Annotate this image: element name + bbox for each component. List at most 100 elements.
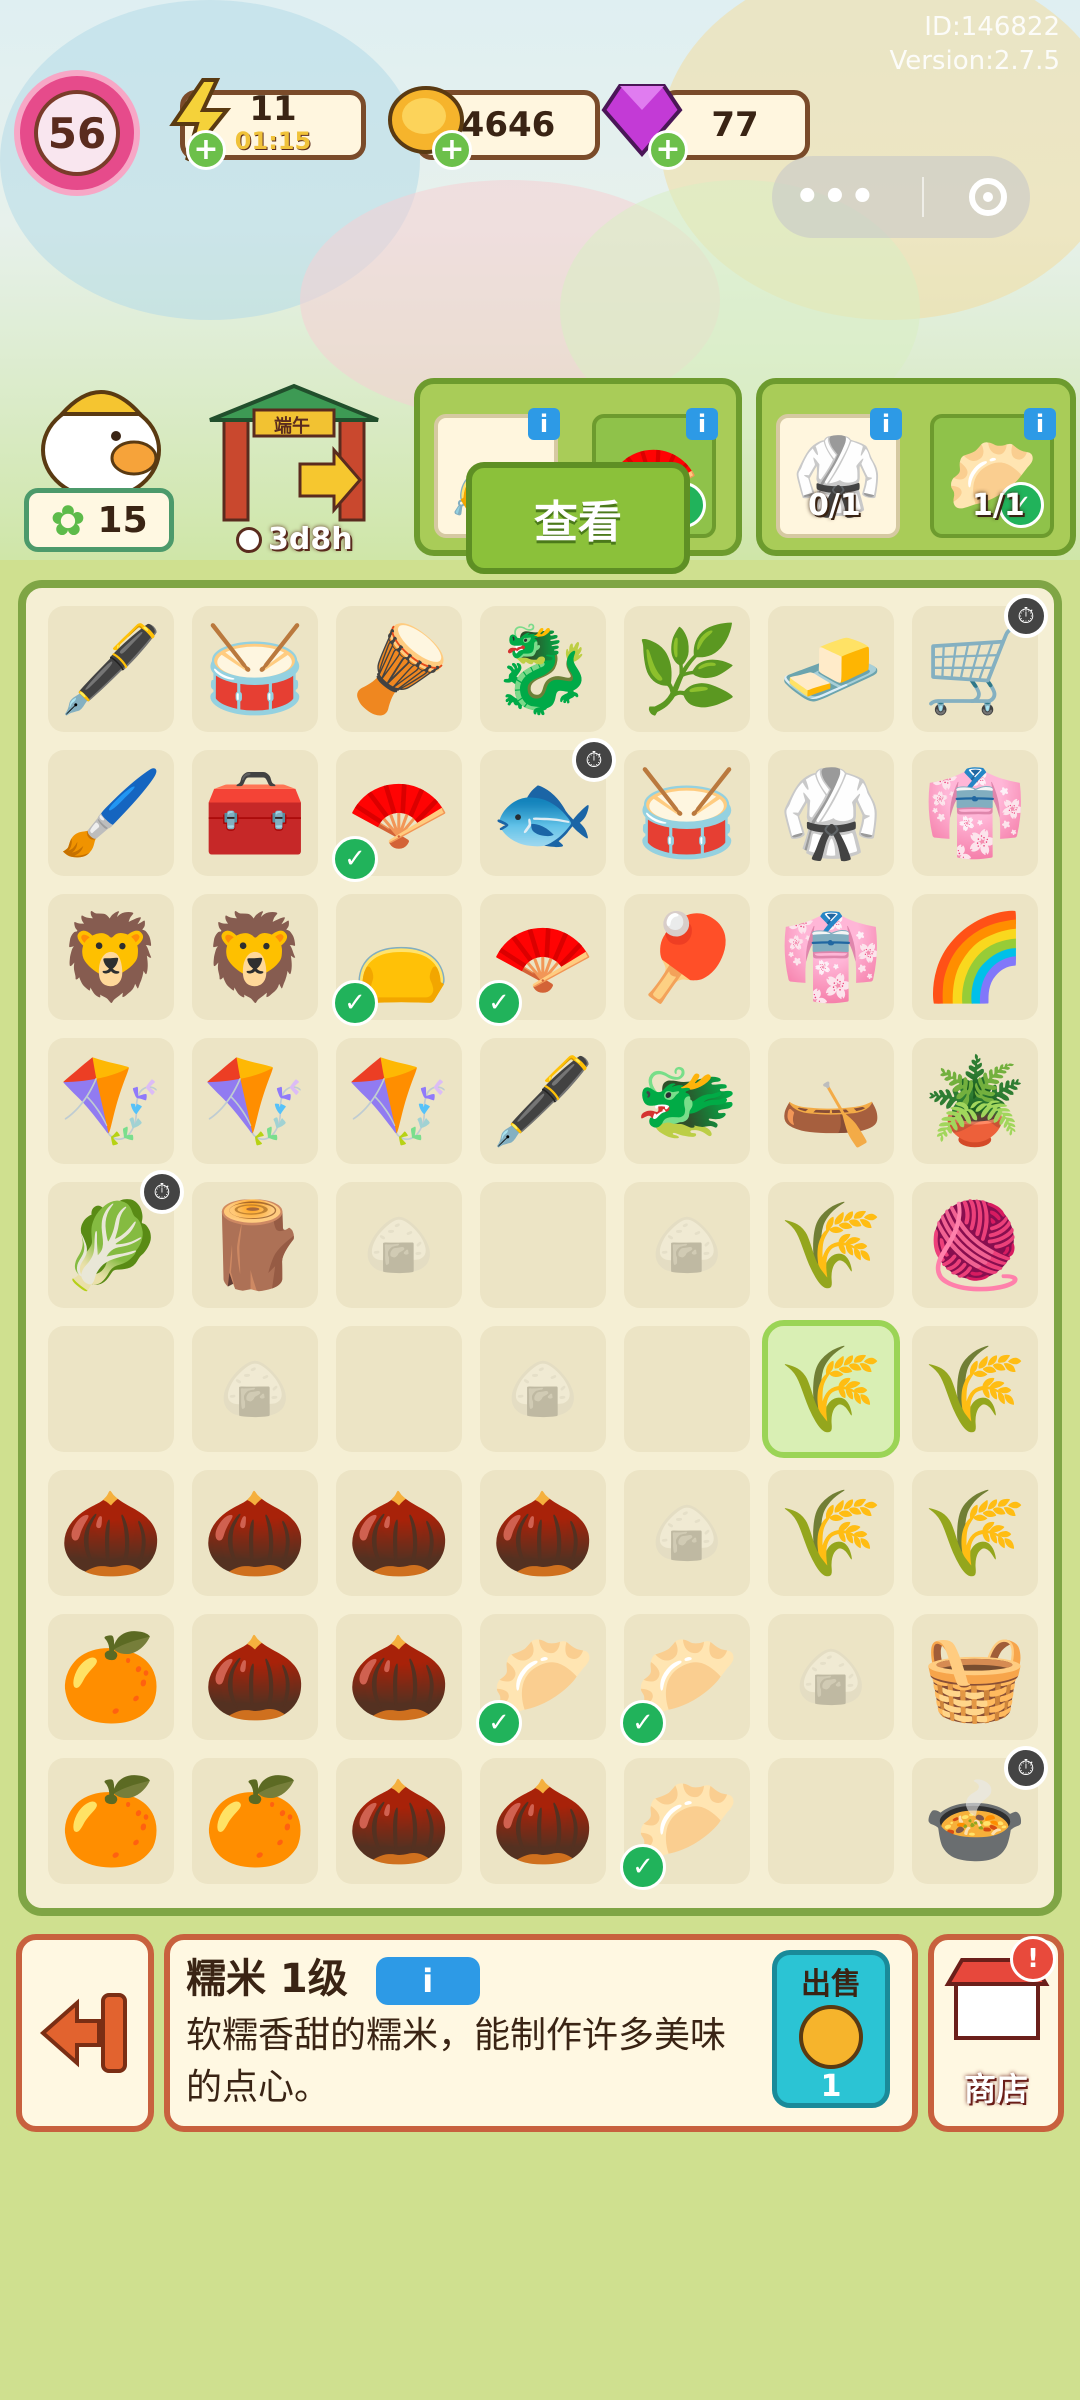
sell-label: 出售 [801,1967,861,2002]
exit-icon [39,1993,127,2073]
item-info-button[interactable]: i [375,1957,480,2005]
dragon-boat-icon: 🐉 [490,619,596,718]
board-cell[interactable] [768,1758,894,1884]
board-cell[interactable]: 🦁 [192,894,318,1020]
add-coins-button[interactable]: + [432,130,472,170]
board-cell[interactable]: 🍙 [336,1182,462,1308]
info-icon[interactable]: i [528,408,560,440]
board-cell[interactable]: 🌰 [336,1614,462,1740]
board-cell[interactable]: 🦁 [48,894,174,1020]
add-gems-button[interactable]: + [648,130,688,170]
board-cell[interactable]: 🌾 [912,1326,1038,1452]
board-cell[interactable]: 🥁 [192,606,318,732]
board-cell[interactable]: 🌾 [912,1470,1038,1596]
target-circle-icon[interactable] [969,178,1008,216]
tambourine-icon: 🪘 [346,619,452,718]
board-cell[interactable]: 👘 [768,894,894,1020]
board-cell[interactable]: 🍙 [768,1614,894,1740]
board-cell[interactable]: 🌾 [768,1182,894,1308]
level-badge[interactable]: 56 [14,70,140,196]
board-cell[interactable]: 🌾 [768,1470,894,1596]
timer-clock-icon: ⏱ [1004,1746,1048,1790]
add-energy-button[interactable]: + [186,130,226,170]
board-cell[interactable]: 🪭 ✓ [332,750,462,882]
board-cell[interactable]: 🥟 ✓ [620,1758,750,1890]
rice-sack-icon: 🌾 [922,1339,1028,1438]
board-cell[interactable]: 🖋️ [48,606,174,732]
board-cell[interactable]: 🌰 [480,1758,606,1884]
board-cell[interactable] [48,1326,174,1452]
event-gate-icon[interactable]: 端午 [204,380,384,530]
board-cell[interactable]: 👘 [912,750,1038,876]
exit-button[interactable] [22,1940,148,2126]
placeholder-rice-icon: 🍙 [364,1213,434,1278]
board-cell[interactable]: 🍙 [624,1182,750,1308]
kite-icon: 🪁 [202,1051,308,1150]
board-cell[interactable]: 🐲 [624,1038,750,1164]
rice-sack-icon: 🌾 [778,1339,884,1438]
board-cell[interactable]: 👝 ✓ [332,894,462,1026]
star-value: 15 [97,499,148,541]
board-cell[interactable]: 🛶 [768,1038,894,1164]
item-name: 糯米 1级 [186,1956,348,2002]
board-cell[interactable]: 🪁 [336,1038,462,1164]
board-cell[interactable]: 🍲 ⏱ [912,1746,1048,1884]
board-cell[interactable]: 🖌️ [48,750,174,876]
board-cell[interactable]: 🧺 [912,1614,1038,1740]
board-cell[interactable]: 🍙 [480,1326,606,1452]
board-cell[interactable]: 🪵 [192,1182,318,1308]
board-cell[interactable]: 🍊 [48,1758,174,1884]
board-cell[interactable]: 🍙 [624,1470,750,1596]
drum-icon: 🥁 [202,619,308,718]
board-cell[interactable]: 🪁 [192,1038,318,1164]
board-cell[interactable]: 🧶 [912,1182,1038,1308]
board-cell[interactable]: 🌰 [336,1758,462,1884]
target-dot [983,192,994,202]
board-cell[interactable]: 🌰 [192,1470,318,1596]
board-cell[interactable]: 🥬 ⏱ [48,1170,184,1308]
board-cell[interactable]: 🥟 ✓ [476,1614,606,1746]
board-cell[interactable]: 🥁 [624,750,750,876]
view-button[interactable]: 查看 [466,462,690,574]
kimono-icon: 🥋 [778,763,884,862]
info-icon[interactable]: i [686,408,718,440]
board-cell[interactable]: 🍊 [192,1758,318,1884]
hanfu-icon: 👘 [922,763,1028,862]
board-cell[interactable]: 🧈 [768,606,894,732]
notification-dot: ! [1010,1936,1056,1982]
board-cell[interactable]: 🖋️ [480,1038,606,1164]
board-cell[interactable] [336,1326,462,1452]
sell-button[interactable]: 出售 1 [772,1950,890,2108]
board-cell[interactable]: 🌈 [912,894,1038,1020]
board-cell[interactable]: 🪘 [336,606,462,732]
board-cell[interactable]: 🥟 ✓ [620,1614,750,1746]
board-cell[interactable] [624,1326,750,1452]
board-cell[interactable]: 🧰 [192,750,318,876]
board-cell[interactable]: 🌰 [336,1470,462,1596]
board-cell[interactable] [480,1182,606,1308]
more-dots-icon[interactable]: ••• [795,174,878,220]
board-cell[interactable]: 🍊 [48,1614,174,1740]
board-cell[interactable]: 🪴 [912,1038,1038,1164]
board-cell[interactable]: 🐉 [480,606,606,732]
info-icon[interactable]: i [870,408,902,440]
board-cell[interactable]: 🏓 [624,894,750,1020]
board-cell[interactable]: 🌿 [624,606,750,732]
timer-clock-icon: ⏱ [1004,594,1048,638]
board-cell[interactable]: 🌰 [192,1614,318,1740]
board-cell[interactable]: 🪭 ✓ [476,894,606,1026]
board-cell[interactable]: 🛒 ⏱ [912,594,1048,732]
check-icon: ✓ [332,836,378,882]
board-cell[interactable]: 🥋 [768,750,894,876]
board-cell[interactable]: 🍙 [192,1326,318,1452]
board-cell[interactable]: 🪁 [48,1038,174,1164]
star-counter[interactable]: ✿ 15 [24,488,174,552]
board-cell[interactable]: 🐟 ⏱ [480,738,616,876]
order-card-2[interactable]: 🥋 i 🥟 i ✓ 0/1 1/1 [756,378,1076,556]
board-cell[interactable]: 🌾 [762,1320,900,1458]
board-cell[interactable]: 🌰 [48,1470,174,1596]
board-cell[interactable]: 🌰 [480,1470,606,1596]
shop-button[interactable]: ! 商店 [934,1936,1058,2126]
info-icon[interactable]: i [1024,408,1056,440]
zongzi-basket-icon: 🧺 [922,1627,1028,1726]
